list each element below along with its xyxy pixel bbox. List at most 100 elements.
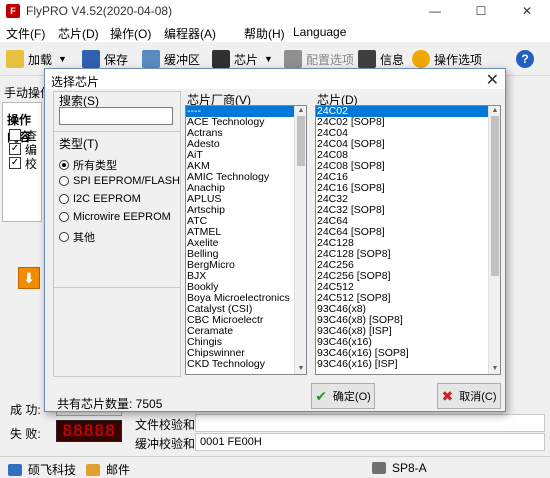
menu-file[interactable]: 文件(F): [6, 25, 45, 42]
help-button[interactable]: ?: [516, 48, 534, 70]
vendor-scroll-thumb[interactable]: [297, 116, 305, 166]
mail-link[interactable]: 邮件: [86, 461, 130, 478]
type-radio-label-4: 其他: [73, 232, 95, 244]
load-label: 加载: [28, 52, 53, 67]
chip-label: 芯片: [234, 52, 259, 67]
minimize-button[interactable]: —: [412, 0, 458, 22]
save-button[interactable]: 保存: [82, 48, 128, 70]
radio-icon: [59, 232, 69, 242]
config-icon: [284, 50, 302, 68]
maximize-button[interactable]: ☐: [458, 0, 504, 22]
fail-label: 失 败:: [10, 427, 41, 441]
type-radio-2[interactable]: I2C EEPROM: [59, 193, 141, 205]
success-label: 成 功:: [10, 403, 41, 417]
type-radio-label-2: I2C EEPROM: [73, 193, 141, 205]
status-bar: 硕飞科技 邮件 SP8-A: [0, 456, 550, 477]
info-button[interactable]: 信息: [358, 48, 404, 70]
home-icon: [8, 463, 22, 476]
type-radio-4[interactable]: 其他: [59, 229, 95, 245]
fail-counter: 88888: [56, 420, 122, 442]
search-input[interactable]: [59, 107, 173, 125]
menu-chip[interactable]: 芯片(D): [58, 25, 99, 42]
start-arrow-button[interactable]: ⬇: [18, 267, 40, 289]
chip-item[interactable]: 93C46(x16) [ISP]: [316, 359, 500, 370]
buffer-checksum-row: 缓冲校验和: 0001 FE00H: [135, 433, 548, 451]
vendor-scrollbar[interactable]: ▲ ▼: [294, 106, 306, 374]
chip-scroll-thumb[interactable]: [491, 116, 499, 276]
scroll-up-icon: ▲: [491, 107, 499, 114]
chip-count-text: 共有芯片数量: 7505: [57, 397, 163, 411]
dialog-title: 选择芯片: [51, 75, 100, 89]
chip-list[interactable]: 24C02 24C02 [SOP8] 24C04 24C04 [SOP8] 24…: [315, 105, 501, 375]
menu-help[interactable]: 帮助(H): [244, 25, 285, 42]
floppy-icon: [82, 50, 100, 68]
divider: [53, 131, 181, 132]
config-button[interactable]: 配置选项: [284, 48, 354, 70]
scroll-up-icon: ▲: [297, 107, 305, 114]
save-label: 保存: [104, 52, 129, 67]
cancel-label: 取消(C): [459, 391, 497, 403]
buffer-button[interactable]: 缓冲区: [142, 48, 200, 70]
vendor-item[interactable]: CKD Technology: [186, 359, 306, 370]
menu-operation[interactable]: 操作(O): [110, 25, 151, 42]
buffer-checksum-value: 0001 FE00H: [195, 433, 545, 451]
options-label: 操作选项: [434, 52, 483, 67]
cross-icon: ✖: [441, 387, 454, 404]
chevron-down-icon[interactable]: ▼: [264, 54, 273, 64]
window-titlebar: F FlyPRO V4.52(2020-04-08) — ☐ ✕: [0, 0, 550, 22]
menu-bar: 文件(F) 芯片(D) 操作(O) 编程器(A) 帮助(H) Language: [0, 22, 550, 42]
checkbox-item-1[interactable]: ✓: [9, 143, 21, 155]
ok-label: 确定(O): [332, 391, 371, 403]
file-checksum-label: 文件校验和:: [135, 418, 199, 432]
file-checksum-row: 文件校验和:: [135, 414, 548, 432]
type-radio-1[interactable]: SPI EEPROM/FLASH: [59, 175, 180, 187]
chevron-down-icon[interactable]: ▼: [58, 54, 67, 64]
company-link[interactable]: 硕飞科技: [8, 461, 76, 478]
chip-icon: [212, 50, 230, 68]
close-window-button[interactable]: ✕: [504, 0, 550, 22]
vendor-list[interactable]: ---- ACE Technology Actrans Adesto AiT A…: [185, 105, 307, 375]
checkbox-item-0[interactable]: [9, 129, 21, 141]
divider: [53, 287, 181, 288]
mail-icon: [86, 463, 100, 476]
company-label: 硕飞科技: [28, 463, 77, 477]
radio-icon: [59, 176, 69, 186]
info-icon: [358, 50, 376, 68]
scroll-down-icon: ▼: [491, 365, 499, 372]
ok-button[interactable]: ✔ 确定(O): [311, 383, 375, 409]
menu-programmer[interactable]: 编程器(A): [164, 25, 216, 42]
radio-icon: [59, 212, 69, 222]
operation-content-box: 操作内容 查 ✓ 编 ✓ 校: [2, 102, 42, 222]
device-status: SP8-A: [372, 461, 427, 475]
type-radio-label-1: SPI EEPROM/FLASH: [73, 175, 180, 187]
folder-icon: [6, 50, 24, 68]
type-label: 类型(T): [59, 137, 99, 151]
config-label: 配置选项: [306, 52, 355, 67]
gear-icon: [412, 50, 430, 68]
buffer-icon: [142, 50, 160, 68]
checkbox-item-2[interactable]: ✓: [9, 157, 21, 169]
options-button[interactable]: 操作选项: [412, 48, 482, 70]
cancel-button[interactable]: ✖ 取消(C): [437, 383, 501, 409]
device-icon: [372, 462, 386, 474]
device-label: SP8-A: [392, 461, 427, 475]
type-radio-0[interactable]: 所有类型: [59, 157, 117, 173]
scroll-down-icon: ▼: [297, 365, 305, 372]
dialog-close-icon[interactable]: ✕: [486, 70, 499, 90]
chip-scrollbar[interactable]: ▲ ▼: [488, 106, 500, 374]
check-icon: ✔: [315, 387, 327, 404]
buffer-label: 缓冲区: [164, 52, 201, 67]
checkbox-label-2: 校: [25, 157, 38, 171]
radio-icon: [59, 194, 69, 204]
help-icon: ?: [516, 50, 534, 68]
load-button[interactable]: 加载 ▼: [6, 48, 67, 70]
buffer-checksum-label: 缓冲校验和:: [135, 437, 199, 451]
select-chip-dialog: 选择芯片 ✕ 搜索(S) 类型(T) 所有类型 SPI EEPROM/FLASH…: [44, 68, 506, 412]
type-radio-label-0: 所有类型: [73, 160, 117, 172]
chip-button[interactable]: 芯片 ▼: [212, 48, 273, 70]
menu-language[interactable]: Language: [293, 25, 346, 39]
vendor-item[interactable]: Adesto: [186, 139, 306, 150]
mail-label: 邮件: [106, 463, 131, 477]
file-checksum-value: [195, 414, 545, 432]
type-radio-3[interactable]: Microwire EEPROM: [59, 211, 171, 223]
